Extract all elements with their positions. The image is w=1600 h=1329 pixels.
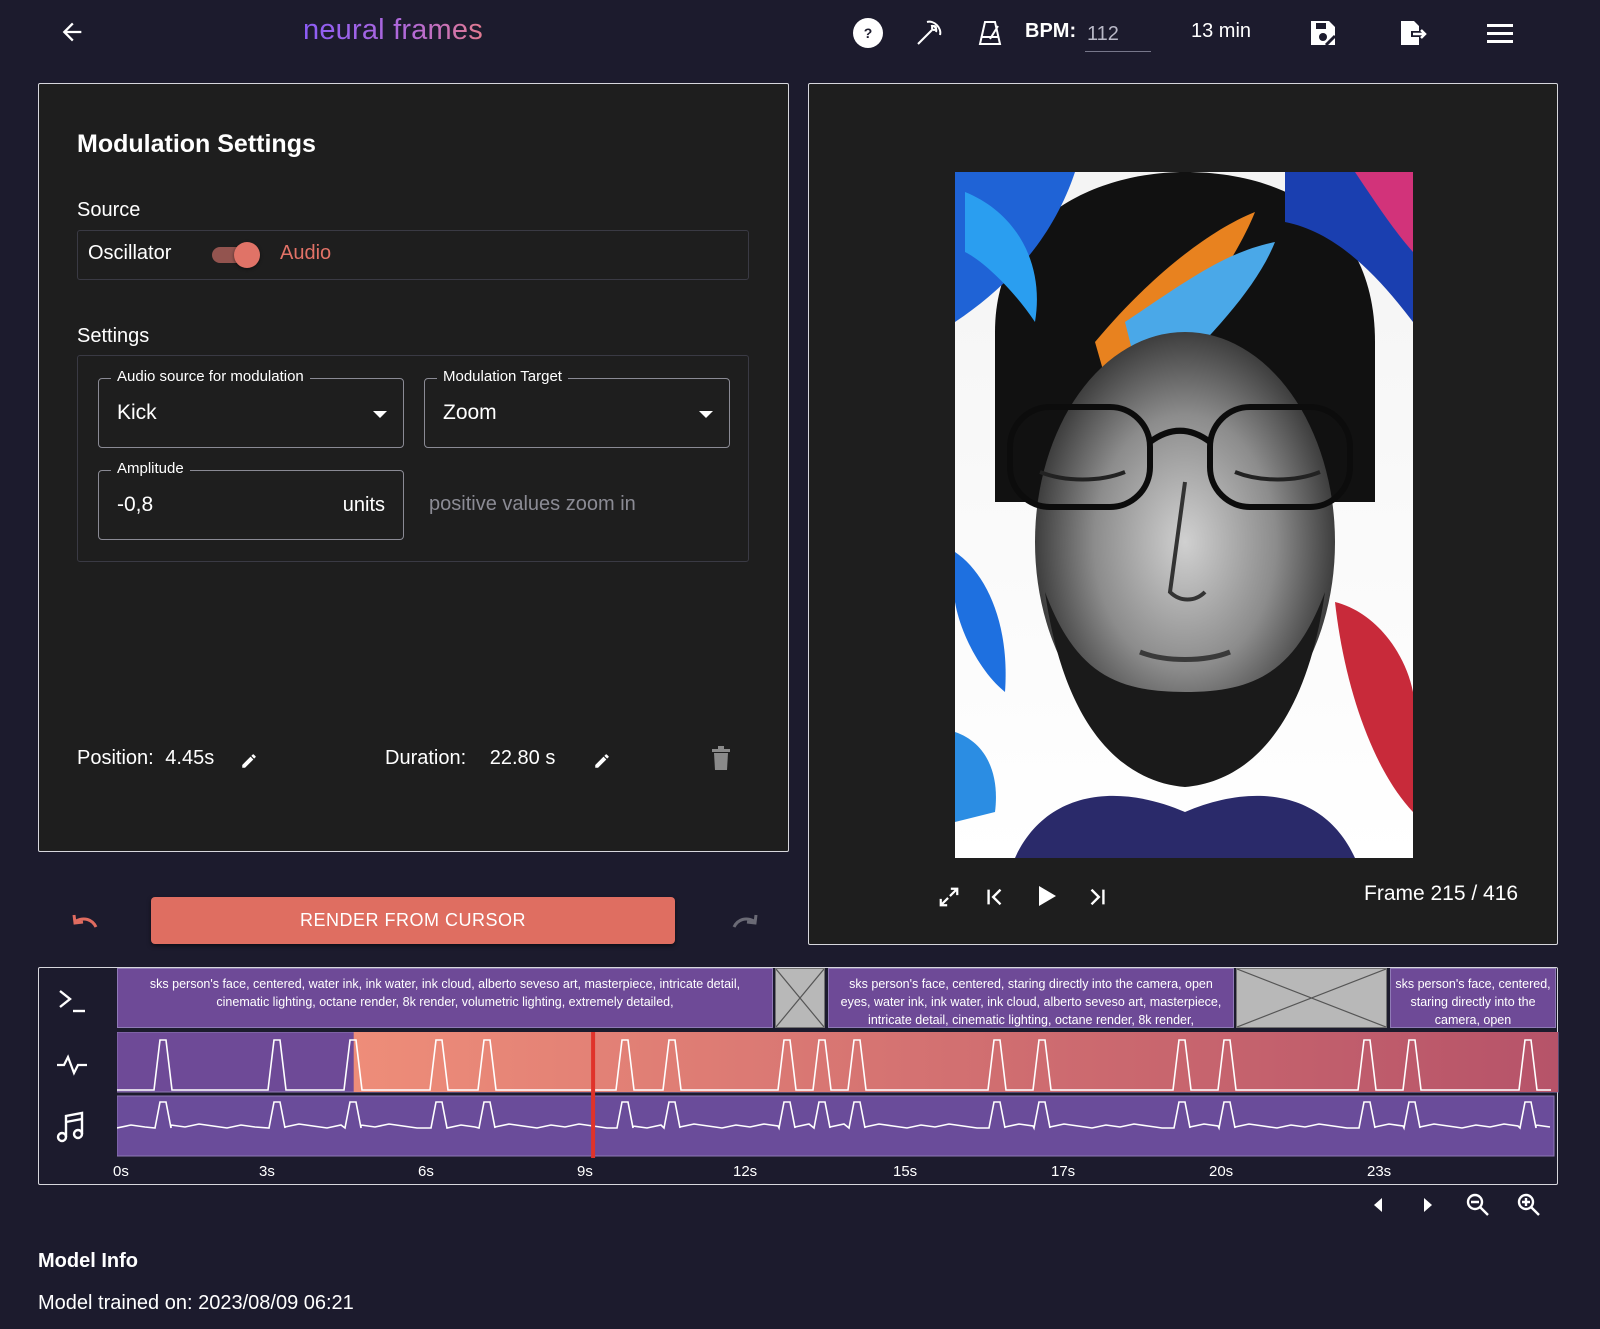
time-tick-label: 6s bbox=[418, 1163, 434, 1180]
modulation-track-icon bbox=[55, 1049, 89, 1083]
export-icon[interactable] bbox=[1395, 16, 1429, 50]
prompt-block[interactable]: sks person's face, centered, staring dir… bbox=[1390, 968, 1556, 1028]
skip-to-end-icon[interactable] bbox=[1084, 884, 1110, 910]
panel-title: Modulation Settings bbox=[77, 130, 316, 158]
undo-icon[interactable] bbox=[70, 907, 100, 937]
amplitude-field[interactable]: Amplitude -0,8 units bbox=[98, 460, 404, 540]
audio-source-value: Kick bbox=[117, 401, 157, 424]
chevron-down-icon bbox=[373, 411, 387, 418]
menu-icon[interactable] bbox=[1484, 16, 1518, 50]
time-tick-label: 12s bbox=[733, 1163, 758, 1180]
trash-icon[interactable] bbox=[710, 746, 732, 770]
edit-duration-icon[interactable] bbox=[591, 750, 613, 772]
prompt-block[interactable]: sks person's face, centered, staring dir… bbox=[828, 968, 1234, 1028]
amplitude-hint: positive values zoom in bbox=[429, 493, 636, 515]
model-info-heading: Model Info bbox=[38, 1250, 138, 1272]
time-tick-label: 17s bbox=[1051, 1163, 1076, 1180]
play-icon[interactable] bbox=[1033, 882, 1061, 910]
modulation-region bbox=[353, 1032, 1559, 1092]
fullscreen-icon[interactable] bbox=[936, 884, 962, 910]
svg-text:?: ? bbox=[864, 25, 873, 41]
model-trained-on: Model trained on: 2023/08/09 06:21 bbox=[38, 1292, 354, 1314]
video-duration: 13 min bbox=[1191, 20, 1252, 42]
duration-value: 22.80 s bbox=[489, 747, 556, 769]
duration-readout: Duration: 22.80 s bbox=[385, 747, 555, 770]
duration-label: Duration: bbox=[385, 747, 467, 769]
playhead-cursor bbox=[591, 1032, 596, 1158]
back-arrow-icon[interactable] bbox=[58, 18, 86, 46]
render-from-cursor-button[interactable]: RENDER FROM CURSOR bbox=[151, 897, 675, 944]
app-title: neural frames bbox=[303, 14, 483, 46]
scroll-right-icon[interactable] bbox=[1413, 1190, 1443, 1220]
modulation-target-label: Modulation Target bbox=[437, 368, 568, 385]
time-tick-label: 15s bbox=[893, 1163, 918, 1180]
frame-counter: Frame 215 / 416 bbox=[1364, 882, 1519, 905]
prompt-track: sks person's face, centered, water ink, … bbox=[117, 968, 1557, 1030]
chevron-down-icon bbox=[699, 411, 713, 418]
skip-to-start-icon[interactable] bbox=[982, 884, 1008, 910]
position-readout: Position: 4.45s bbox=[77, 747, 214, 770]
source-oscillator-label: Oscillator bbox=[88, 242, 172, 264]
empty-block[interactable] bbox=[1236, 968, 1387, 1028]
audio-source-label: Audio source for modulation bbox=[111, 368, 310, 385]
source-toggle-group bbox=[77, 230, 749, 280]
source-heading: Source bbox=[77, 199, 141, 221]
position-value: 4.45s bbox=[165, 747, 215, 769]
modulation-target-value: Zoom bbox=[443, 401, 497, 424]
source-audio-label: Audio bbox=[280, 242, 332, 264]
time-tick-label: 23s bbox=[1367, 1163, 1392, 1180]
modulation-target-select[interactable]: Modulation Target Zoom bbox=[424, 368, 730, 448]
metronome-icon[interactable] bbox=[973, 16, 1007, 50]
prompt-block[interactable]: sks person's face, centered, water ink, … bbox=[117, 968, 773, 1028]
help-icon[interactable]: ? bbox=[851, 16, 885, 50]
settings-heading: Settings bbox=[77, 325, 150, 347]
save-icon[interactable] bbox=[1306, 16, 1340, 50]
music-note-icon bbox=[55, 1110, 89, 1144]
preview-frame-image bbox=[955, 172, 1413, 858]
scroll-left-icon[interactable] bbox=[1363, 1190, 1393, 1220]
edit-position-icon[interactable] bbox=[238, 750, 260, 772]
audio-source-select[interactable]: Audio source for modulation Kick bbox=[98, 368, 404, 448]
zoom-in-icon[interactable] bbox=[1514, 1190, 1544, 1220]
time-tick-label: 3s bbox=[259, 1163, 275, 1180]
amplitude-unit: units bbox=[342, 494, 385, 516]
bpm-input[interactable] bbox=[1085, 18, 1151, 52]
bpm-label: BPM: bbox=[1025, 20, 1077, 42]
time-tick-label: 0s bbox=[113, 1163, 129, 1180]
zoom-out-icon[interactable] bbox=[1463, 1190, 1493, 1220]
magic-wand-icon[interactable] bbox=[912, 16, 946, 50]
redo-icon[interactable] bbox=[730, 907, 760, 937]
empty-block[interactable] bbox=[775, 968, 825, 1028]
amplitude-value[interactable]: -0,8 bbox=[117, 493, 153, 517]
amplitude-label: Amplitude bbox=[111, 460, 190, 477]
time-tick-label: 20s bbox=[1209, 1163, 1234, 1180]
source-toggle-switch[interactable] bbox=[210, 242, 262, 268]
prompt-track-icon bbox=[55, 985, 89, 1019]
position-label: Position: bbox=[77, 747, 154, 769]
waveform-tracks[interactable] bbox=[117, 1032, 1559, 1158]
time-tick-label: 9s bbox=[577, 1163, 593, 1180]
